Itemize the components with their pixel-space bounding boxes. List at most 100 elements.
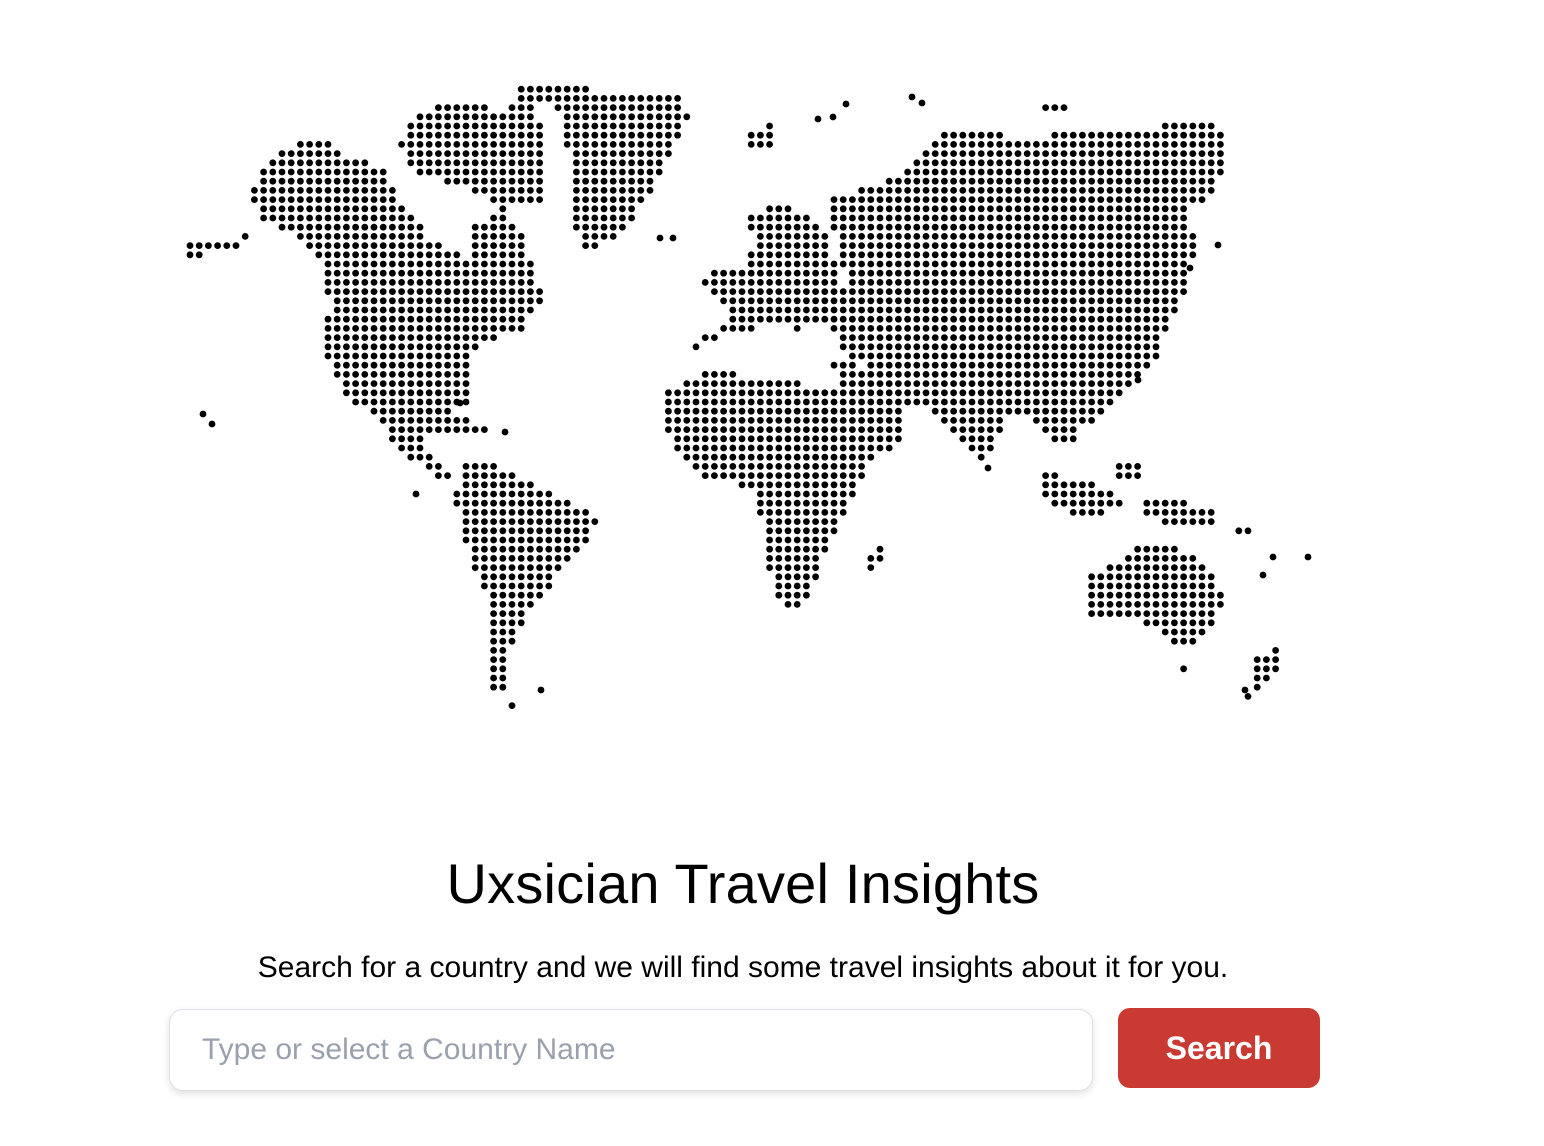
- map-dot: [849, 260, 856, 268]
- map-dot: [904, 380, 911, 387]
- map-dot: [1069, 371, 1077, 378]
- map-dot: [821, 269, 829, 277]
- search-button[interactable]: Search: [1118, 1008, 1320, 1088]
- map-dot: [527, 104, 534, 111]
- map-dot: [619, 95, 626, 102]
- map-dot: [527, 187, 534, 194]
- map-dot: [941, 306, 948, 314]
- map-dot: [1125, 177, 1132, 185]
- map-dot: [398, 141, 405, 148]
- map-dot: [536, 536, 543, 544]
- map-dot: [315, 196, 323, 203]
- country-search-input[interactable]: [169, 1009, 1093, 1091]
- map-dot: [591, 95, 599, 102]
- map-dot: [1088, 205, 1095, 213]
- map-dot: [757, 260, 764, 268]
- map-dot: [849, 288, 856, 295]
- map-dot: [389, 306, 396, 314]
- map-dot: [609, 141, 617, 148]
- map-dot: [1143, 269, 1151, 277]
- map-dot: [1189, 251, 1197, 259]
- map-dot: [655, 150, 663, 157]
- map-dot: [931, 269, 939, 277]
- map-dot: [757, 242, 764, 250]
- map-dot: [987, 334, 994, 341]
- map-dot: [343, 187, 350, 194]
- map-dot: [481, 104, 488, 111]
- map-dot: [1272, 665, 1279, 673]
- map-dot: [674, 95, 681, 102]
- map-dot: [324, 279, 332, 286]
- map-dot: [1106, 389, 1114, 397]
- map-dot: [1143, 242, 1151, 250]
- map-dot: [895, 297, 902, 305]
- map-dot: [490, 177, 497, 185]
- map-dot: [1152, 205, 1160, 213]
- map-dot: [1088, 242, 1095, 250]
- map-dot: [646, 150, 654, 157]
- map-dot: [830, 205, 838, 213]
- map-dot: [462, 389, 470, 397]
- map-dot: [444, 297, 451, 305]
- map-dot: [646, 141, 654, 148]
- map-dot: [1180, 288, 1187, 295]
- map-dot: [830, 214, 838, 222]
- page-subtitle: Search for a country and we will find so…: [257, 951, 1229, 984]
- map-dot: [757, 251, 764, 259]
- map-dot: [324, 260, 332, 268]
- map-dot: [609, 150, 617, 157]
- map-dot: [287, 196, 295, 203]
- map-dot: [1171, 150, 1178, 157]
- map-dot: [1051, 398, 1059, 406]
- map-dot: [462, 509, 470, 516]
- map-dot: [398, 426, 405, 433]
- map-dot: [499, 260, 507, 268]
- map-dot: [904, 352, 911, 360]
- map-dot: [637, 177, 645, 185]
- map-dot: [444, 260, 451, 268]
- map-dot: [1134, 463, 1141, 470]
- map-dot: [1161, 223, 1169, 231]
- map-dot: [977, 315, 985, 323]
- map-dot: [803, 269, 810, 277]
- map-dot: [793, 481, 801, 489]
- map-dot: [858, 223, 865, 231]
- map-dot: [297, 141, 304, 148]
- map-dot: [1161, 628, 1169, 636]
- map-dot: [370, 233, 378, 240]
- map-dot: [1005, 389, 1013, 397]
- map-dot: [1097, 150, 1105, 157]
- map-dot: [747, 269, 755, 277]
- map-dot: [1088, 573, 1095, 581]
- map-dot: [747, 325, 755, 332]
- map-dot: [508, 628, 516, 636]
- map-dot: [977, 141, 985, 148]
- map-dot: [1097, 260, 1105, 268]
- map-dot: [1180, 233, 1187, 240]
- map-dot: [435, 371, 442, 378]
- map-dot: [416, 453, 424, 461]
- map-dot: [959, 205, 967, 213]
- map-dot: [849, 398, 856, 406]
- map-dot: [444, 122, 451, 130]
- map-dot: [720, 435, 727, 443]
- map-dot: [977, 453, 985, 461]
- map-dot: [885, 389, 893, 397]
- map-dot: [453, 389, 461, 397]
- map-dot: [1088, 325, 1095, 332]
- map-dot: [517, 315, 525, 323]
- map-dot: [996, 398, 1003, 406]
- map-dot: [793, 499, 801, 507]
- map-dot: [416, 288, 424, 295]
- map-dot: [379, 371, 387, 378]
- map-dot: [913, 371, 921, 378]
- map-dot: [913, 343, 921, 351]
- map-dot: [389, 288, 396, 295]
- map-dot: [517, 233, 525, 240]
- map-dot: [987, 435, 994, 443]
- map-dot: [674, 398, 681, 406]
- map-dot: [1180, 637, 1187, 645]
- map-dot: [821, 315, 829, 323]
- map-dot: [508, 251, 516, 259]
- map-dot: [1143, 619, 1151, 627]
